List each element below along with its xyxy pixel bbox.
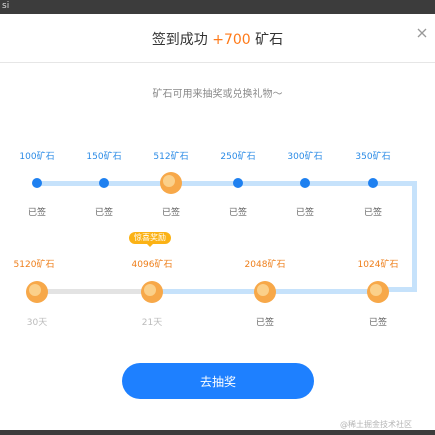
surprise-reward-badge: 惊喜奖励 <box>129 232 171 247</box>
top-left-text: si <box>2 1 10 11</box>
row1-status-2: 已签 <box>94 208 114 218</box>
ore-gem-icon <box>141 281 163 303</box>
row2-status-4: 已签 <box>368 318 388 328</box>
check-in-dialog: 签到成功 +700 矿石 矿石可用来抽奖或兑换礼物～ 100矿石 150矿石 5… <box>0 14 435 430</box>
row2-reward-4: 1024矿石 <box>357 260 399 270</box>
row2-reward-3: 2048矿石 <box>244 260 286 270</box>
row1-day-2-dot <box>99 178 109 188</box>
row2-status-1: 30天 <box>26 318 48 328</box>
watermark: @稀土掘金技术社区 <box>340 420 412 429</box>
window-bottom-bar <box>0 430 435 435</box>
row1-status-1: 已签 <box>27 208 47 218</box>
dialog-header: 签到成功 +700 矿石 <box>0 14 435 63</box>
ore-gem-icon <box>254 281 276 303</box>
row1-status-6: 已签 <box>363 208 383 218</box>
ore-gem-icon <box>367 281 389 303</box>
row1-reward-4: 250矿石 <box>220 152 256 162</box>
right-connector-vertical <box>412 181 417 292</box>
title-suffix: 矿石 <box>255 32 284 48</box>
row1-day-1-dot <box>32 178 42 188</box>
ore-gem-icon <box>160 172 182 194</box>
row1-status-3: 已签 <box>161 208 181 218</box>
dialog-title: 签到成功 +700 矿石 <box>0 29 435 49</box>
row1-reward-1: 100矿石 <box>19 152 55 162</box>
row2-status-3: 已签 <box>255 318 275 328</box>
go-lottery-button[interactable]: 去抽奖 <box>122 363 314 399</box>
title-prefix: 签到成功 <box>151 32 208 48</box>
row2-track-pending <box>37 289 152 294</box>
row1-day-5-dot <box>300 178 310 188</box>
row1-status-5: 已签 <box>295 208 315 218</box>
row1-day-4-dot <box>233 178 243 188</box>
row1-reward-2: 150矿石 <box>86 152 122 162</box>
right-connector-top <box>374 181 417 186</box>
close-icon[interactable] <box>414 25 430 41</box>
row2-status-2: 21天 <box>141 318 163 328</box>
row1-status-4: 已签 <box>228 208 248 218</box>
row1-reward-6: 350矿石 <box>355 152 391 162</box>
ore-gem-icon <box>26 281 48 303</box>
row1-track <box>37 181 373 186</box>
row1-reward-3: 512矿石 <box>153 152 189 162</box>
row2-reward-1: 5120矿石 <box>13 260 55 270</box>
dialog-subtitle: 矿石可用来抽奖或兑换礼物～ <box>152 89 283 100</box>
row1-day-6-dot <box>368 178 378 188</box>
title-amount: +700 <box>212 32 251 48</box>
row2-reward-2: 4096矿石 <box>131 260 173 270</box>
window-top-bar: si <box>0 0 435 14</box>
row1-reward-5: 300矿石 <box>287 152 323 162</box>
